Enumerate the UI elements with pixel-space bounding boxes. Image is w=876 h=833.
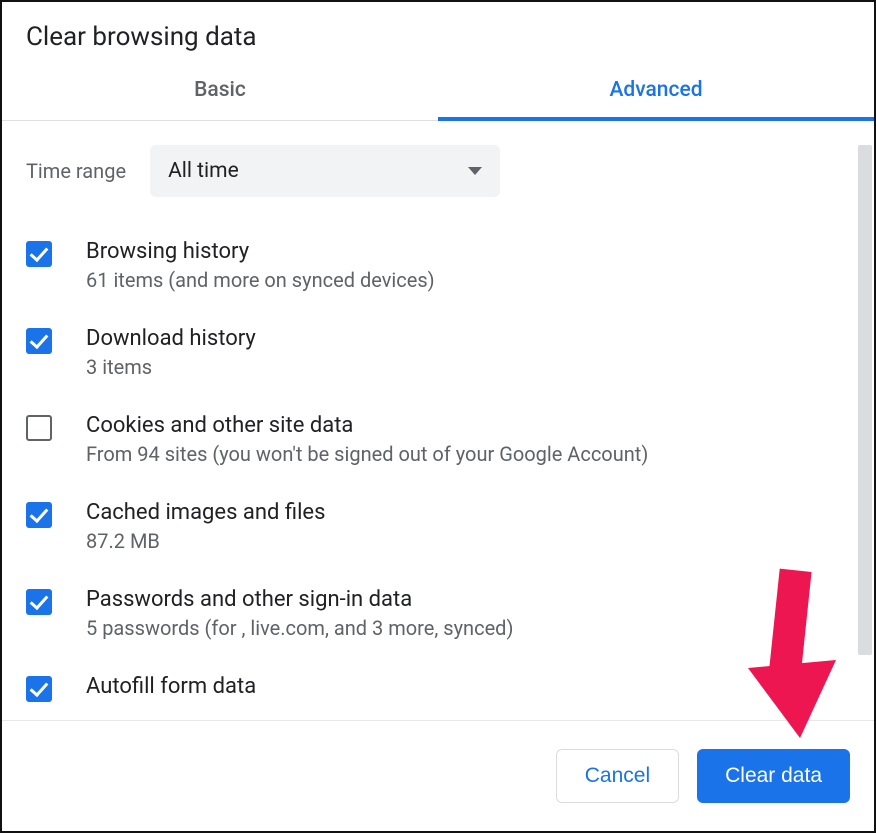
- dialog-body: Time range All time Browsing history 61 …: [2, 121, 874, 720]
- checkbox-browsing-history[interactable]: [26, 241, 52, 267]
- option-title: Cached images and files: [86, 500, 325, 525]
- time-range-label: Time range: [26, 159, 126, 183]
- option-sub: 87.2 MB: [86, 529, 325, 553]
- tab-advanced[interactable]: Advanced: [438, 62, 874, 120]
- option-sub: From 94 sites (you won't be signed out o…: [86, 442, 648, 466]
- option-cookies: Cookies and other site data From 94 site…: [26, 413, 850, 466]
- option-title: Browsing history: [86, 239, 435, 264]
- chevron-down-icon: [468, 167, 482, 175]
- scrollbar[interactable]: [858, 145, 872, 655]
- time-range-row: Time range All time: [26, 145, 850, 197]
- option-title: Passwords and other sign-in data: [86, 587, 513, 612]
- option-title: Cookies and other site data: [86, 413, 648, 438]
- option-title: Autofill form data: [86, 674, 256, 699]
- option-sub: 3 items: [86, 355, 256, 379]
- tab-bar: Basic Advanced: [2, 62, 874, 121]
- checkbox-autofill[interactable]: [26, 676, 52, 702]
- option-autofill: Autofill form data: [26, 674, 850, 703]
- option-browsing-history: Browsing history 61 items (and more on s…: [26, 239, 850, 292]
- option-cached: Cached images and files 87.2 MB: [26, 500, 850, 553]
- time-range-value: All time: [168, 159, 239, 183]
- checkbox-download-history[interactable]: [26, 328, 52, 354]
- cancel-button[interactable]: Cancel: [556, 749, 679, 803]
- option-title: Download history: [86, 326, 256, 351]
- option-download-history: Download history 3 items: [26, 326, 850, 379]
- dialog-footer: Cancel Clear data: [2, 720, 874, 831]
- checkbox-cached[interactable]: [26, 502, 52, 528]
- tab-basic[interactable]: Basic: [2, 62, 438, 120]
- checkbox-passwords[interactable]: [26, 589, 52, 615]
- time-range-select[interactable]: All time: [150, 145, 500, 197]
- option-sub: 61 items (and more on synced devices): [86, 268, 435, 292]
- checkbox-cookies[interactable]: [26, 415, 52, 441]
- clear-browsing-data-dialog: Clear browsing data Basic Advanced Time …: [0, 0, 876, 833]
- clear-data-button[interactable]: Clear data: [697, 749, 850, 803]
- dialog-title: Clear browsing data: [2, 2, 874, 62]
- option-sub: 5 passwords (for , live.com, and 3 more,…: [86, 616, 513, 640]
- option-passwords: Passwords and other sign-in data 5 passw…: [26, 587, 850, 640]
